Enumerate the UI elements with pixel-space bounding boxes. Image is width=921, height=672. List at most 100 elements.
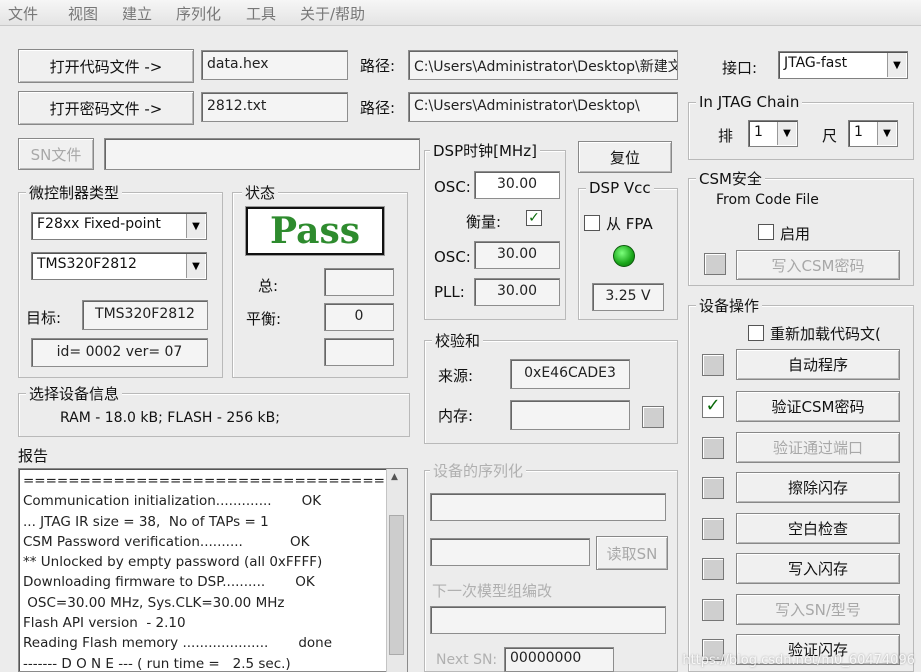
jtag-row-label: 排 (718, 127, 734, 145)
write-csm-password-button[interactable]: 写入CSM密码 (736, 250, 900, 280)
verify-csm-password-button[interactable]: 验证CSM密码 (736, 391, 900, 422)
status-result: Pass (245, 206, 385, 256)
serialization-field-1 (430, 493, 666, 521)
blank-check-indicator (702, 518, 724, 540)
vcc-voltage: 3.25 V (592, 283, 664, 311)
open-code-file-button[interactable]: 打开代码文件 -> (18, 49, 194, 83)
write-sn-indicator (702, 599, 724, 621)
menu-tools[interactable]: 工具 (246, 3, 276, 24)
device-id-info: id= 0002 ver= 07 (31, 338, 208, 367)
auto-program-button[interactable]: 自动程序 (736, 349, 900, 380)
code-file-name: data.hex (201, 50, 348, 80)
write-flash-indicator (702, 558, 724, 580)
dsp-clock-title: DSP时钟[MHz] (430, 140, 540, 161)
from-fpa-label: 从 FPA (606, 215, 653, 233)
report-line: Communication initialization............… (23, 493, 322, 510)
checksum-memory-value (510, 400, 630, 430)
reload-code-label: 重新加载代码文( (770, 325, 881, 343)
reload-code-checkbox[interactable] (748, 325, 764, 341)
mcu-device-value: TMS320F2812 (37, 256, 137, 272)
report-line: Downloading firmware to DSP.......... OK (23, 574, 315, 591)
report-scrollbar[interactable]: ▲ (386, 469, 407, 672)
osc-label: OSC: (434, 178, 471, 196)
verify-port-button[interactable]: 验证通过端口 (736, 432, 900, 463)
write-sn-model-button[interactable]: 写入SN/型号 (736, 594, 900, 625)
sn-file-button[interactable]: SN文件 (18, 138, 94, 170)
password-file-name: 2812.txt (201, 92, 348, 122)
report-log: ==================================== Com… (18, 468, 408, 672)
open-password-file-button[interactable]: 打开密码文件 -> (18, 91, 194, 125)
interface-label: 接口: (722, 59, 758, 77)
report-line: CSM Password verification.......... OK (23, 533, 310, 550)
sn-file-path (104, 138, 420, 170)
next-sn-label: Next SN: (436, 652, 498, 668)
osc2-value: 30.00 (474, 241, 560, 269)
password-file-path: C:\Users\Administrator\Desktop\ (408, 92, 678, 122)
mcu-type-title: 微控制器类型 (26, 182, 123, 203)
jtag-chain-title: In JTAG Chain (696, 93, 803, 111)
erase-flash-button[interactable]: 擦除闪存 (736, 472, 900, 503)
measure-label: 衡量: (466, 213, 502, 231)
menu-view[interactable]: 视图 (68, 3, 98, 24)
chevron-down-icon[interactable]: ▼ (887, 53, 906, 77)
total-label: 总: (258, 277, 279, 295)
osc-input[interactable]: 30.00 (474, 171, 560, 199)
scrollbar-thumb[interactable] (389, 515, 404, 655)
mcu-device-select[interactable]: TMS320F2812 ▼ (31, 252, 207, 280)
menu-about-help[interactable]: 关于/帮助 (300, 3, 365, 24)
device-info-title: 选择设备信息 (26, 383, 123, 404)
report-line: ** Unlocked by empty password (all 0xFFF… (23, 554, 323, 571)
csm-security-title: CSM安全 (696, 168, 765, 189)
code-path-label: 路径: (360, 57, 396, 75)
auto-program-indicator (702, 354, 724, 376)
interface-select[interactable]: JTAG-fast ▼ (778, 51, 908, 79)
scroll-up-icon[interactable]: ▲ (391, 472, 398, 482)
jtag-col-label: 尺 (822, 127, 838, 145)
menu-file[interactable]: 文件 (8, 3, 38, 24)
chevron-down-icon[interactable]: ▼ (186, 214, 205, 238)
read-sn-button[interactable]: 读取SN (596, 536, 668, 570)
vcc-led-indicator (613, 245, 635, 267)
next-sn-value: 00000000 (504, 647, 614, 672)
balance-value: 0 (324, 303, 394, 331)
csm-enable-checkbox[interactable] (758, 224, 774, 240)
target-value: TMS320F2812 (82, 300, 208, 330)
blank-check-button[interactable]: 空白检查 (736, 513, 900, 544)
report-line: Flash API version - 2.10 (23, 615, 186, 632)
checksum-memory-label: 内存: (438, 407, 474, 425)
balance-label: 平衡: (246, 310, 282, 328)
csm-enable-label: 启用 (780, 225, 811, 243)
mcu-family-value: F28xx Fixed-point (37, 216, 161, 232)
verify-port-indicator (702, 437, 724, 459)
reset-button[interactable]: 复位 (578, 141, 672, 173)
from-fpa-checkbox[interactable] (584, 215, 600, 231)
chevron-down-icon[interactable]: ▼ (186, 254, 205, 278)
mcu-family-select[interactable]: F28xx Fixed-point ▼ (31, 212, 207, 240)
dsp-vcc-title: DSP Vcc (586, 179, 654, 197)
pll-value: 30.00 (474, 278, 560, 306)
chevron-down-icon[interactable]: ▼ (877, 122, 896, 145)
report-line: Reading Flash memory ...................… (23, 635, 333, 652)
jtag-row-value: 1 (754, 124, 763, 140)
jtag-row-select[interactable]: 1 ▼ (748, 120, 798, 147)
serialization-field-3 (430, 606, 666, 634)
report-title: 报告 (18, 447, 49, 465)
jtag-col-value: 1 (854, 124, 863, 140)
write-flash-button[interactable]: 写入闪存 (736, 553, 900, 584)
report-line: ... JTAG IR size = 38, No of TAPs = 1 (23, 513, 269, 530)
password-path-label: 路径: (360, 99, 396, 117)
menu-serialize[interactable]: 序列化 (176, 3, 221, 24)
jtag-col-select[interactable]: 1 ▼ (848, 120, 898, 147)
serialization-field-2 (430, 538, 590, 566)
total-value (324, 268, 394, 296)
verify-csm-indicator: ✓ (702, 396, 724, 418)
report-line: ==================================== (23, 473, 408, 489)
menu-build[interactable]: 建立 (122, 3, 152, 24)
next-model-label: 下一次模型组编改 (432, 582, 553, 600)
target-label: 目标: (26, 309, 62, 327)
chevron-down-icon[interactable]: ▼ (777, 122, 796, 145)
measure-checkbox[interactable]: ✓ (526, 210, 542, 226)
report-line: ------- D O N E --- ( run time = 2.5 sec… (23, 655, 291, 672)
checksum-source-value: 0xE46CADE3 (510, 359, 630, 389)
device-ops-title: 设备操作 (696, 295, 763, 316)
